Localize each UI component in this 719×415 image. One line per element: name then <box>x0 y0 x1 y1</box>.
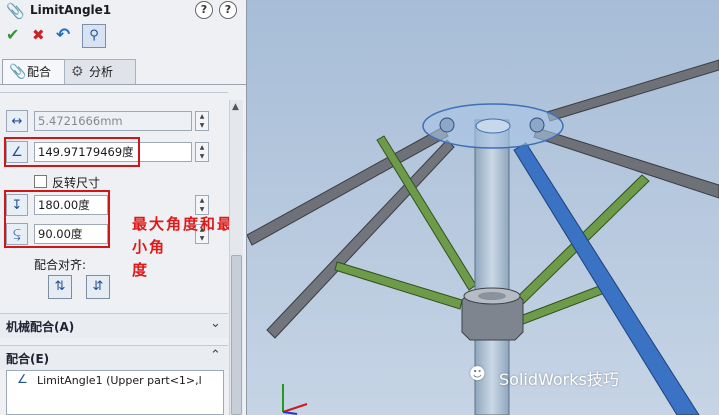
mate-list-item[interactable]: LimitAngle1 (Upper part<1>,l <box>37 374 202 387</box>
triad-svg <box>282 384 308 415</box>
hub-pin-left <box>439 117 455 133</box>
highlight-box-angle <box>4 137 140 167</box>
panel-scrollbar[interactable]: ▲ <box>229 100 243 415</box>
paperclip-icon: 📎 <box>9 64 27 80</box>
info-button[interactable]: ? <box>219 1 237 19</box>
annotation-line1: 最大角度和最小角 <box>132 215 235 256</box>
wechat-icon: ☻ <box>469 364 486 383</box>
rib-right-upper <box>533 127 719 199</box>
scroll-thumb[interactable] <box>231 255 242 415</box>
property-manager: 📎 LimitAngle1 ? ? ✔ ✖ ↶ ⚲ 📎配合 ⚙ 分析 ↔ 5.47… <box>0 0 247 415</box>
flip-dimension-label: 反转尺寸 <box>52 176 101 190</box>
wechat-watermark: ☻ SolidWorks技巧 <box>469 364 619 390</box>
feature-title: LimitAngle1 <box>30 3 112 17</box>
annotation-text: 最大角度和最小角度 <box>132 213 242 282</box>
top-hub-inner <box>475 118 511 134</box>
mates-listbox[interactable]: ∠ LimitAngle1 (Upper part<1>,l <box>6 370 224 415</box>
checkbox-box[interactable] <box>34 175 47 188</box>
angle-spinner[interactable]: ▲ ▼ <box>195 142 209 162</box>
tab-analysis[interactable]: ⚙ 分析 <box>64 59 136 84</box>
paperclip-icon: 📎 <box>6 2 25 20</box>
max-angle-spinner[interactable]: ▲ ▼ <box>195 195 209 215</box>
umbrella-model <box>247 59 719 415</box>
annotation-line2: 度 <box>132 261 150 279</box>
section-mechanical-mates[interactable]: 机械配合(A) ⌄ <box>0 313 228 338</box>
distance-spinner[interactable]: ▲ ▼ <box>195 111 209 131</box>
tab-analysis-label: 分析 <box>89 65 114 79</box>
aligned-button[interactable]: ⇅ <box>48 275 72 299</box>
distance-field[interactable]: 5.4721666mm <box>34 111 192 131</box>
scroll-up-icon[interactable]: ▲ <box>232 102 239 112</box>
anti-aligned-button[interactable]: ⇵ <box>86 275 110 299</box>
property-manager-titlebar: 📎 LimitAngle1 ? ? <box>0 0 246 22</box>
chevron-down-icon: ⌄ <box>210 316 221 331</box>
tab-mates[interactable]: 📎配合 <box>2 59 70 84</box>
confirm-toolbar: ✔ ✖ ↶ ⚲ <box>0 24 246 50</box>
cancel-button[interactable]: ✖ <box>32 24 45 46</box>
watermark-text: SolidWorks技巧 <box>499 370 619 389</box>
rib-right-top <box>546 59 719 122</box>
undo-button[interactable]: ↶ <box>56 24 70 46</box>
limit-angle-icon: ∠ <box>17 372 28 386</box>
orientation-triad[interactable] <box>277 378 317 415</box>
strut-green-low-left <box>334 261 463 310</box>
hub-pin-right <box>529 117 545 133</box>
distance-icon[interactable]: ↔ <box>6 110 28 132</box>
graphics-viewport[interactable]: ☻ SolidWorks技巧 <box>247 0 719 415</box>
section-mates[interactable]: 配合(E) ⌃ <box>0 345 228 370</box>
gears-icon: ⚙ <box>71 64 84 80</box>
ok-button[interactable]: ✔ <box>6 24 19 46</box>
chevron-up-icon: ⌃ <box>210 348 221 363</box>
divider <box>0 92 228 93</box>
help-button[interactable]: ? <box>195 1 213 19</box>
tab-strip: 📎配合 ⚙ 分析 <box>0 59 246 85</box>
runner-hub-hole <box>478 292 506 300</box>
rib-left-lower <box>266 139 455 339</box>
highlight-box-limits <box>4 190 110 248</box>
mate-alignment-label: 配合对齐: <box>34 258 87 272</box>
section-mechanical-mates-label: 机械配合(A) <box>6 320 75 334</box>
flip-dimension-checkbox[interactable]: 反转尺寸 <box>34 174 100 191</box>
pin-button[interactable]: ⚲ <box>82 24 106 48</box>
section-mates-label: 配合(E) <box>6 352 50 366</box>
tab-mates-label: 配合 <box>27 65 52 79</box>
